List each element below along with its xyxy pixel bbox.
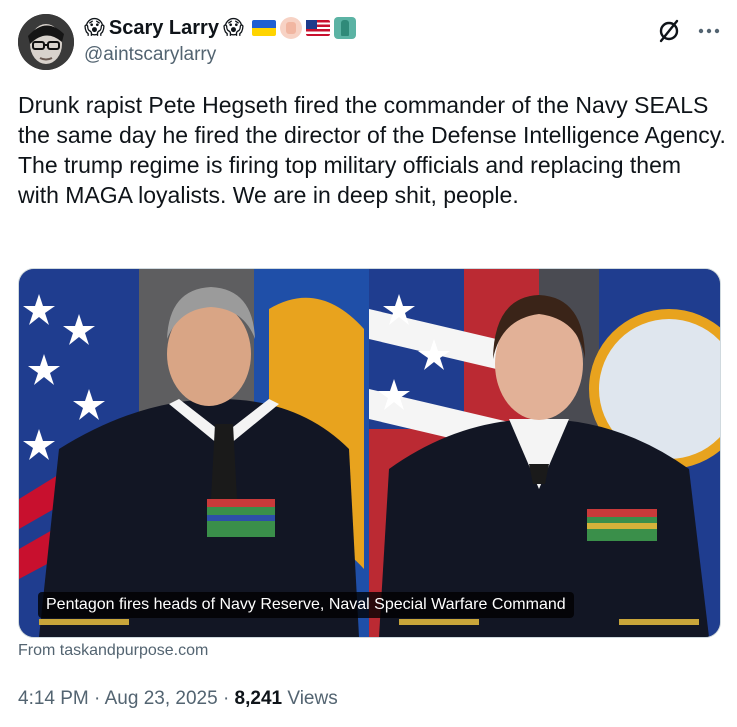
author-name-row[interactable]: 😱 Scary Larry 😱 [84,14,356,42]
officials-photo [19,269,720,637]
grok-slash-icon[interactable] [656,18,682,44]
avatar[interactable] [18,14,74,70]
views-count: 8,241 [234,688,283,709]
raised-fist-icon [279,17,302,39]
us-flag-icon [305,20,330,36]
avatar-image [18,14,74,70]
ukraine-flag-icon [251,20,276,36]
tweet-date[interactable]: Aug 23, 2025 [105,688,218,709]
meta-separator: · [94,688,101,709]
views-label: Views [287,688,338,709]
tweet-text: Drunk rapist Pete Hegseth fired the comm… [18,92,726,208]
scream-emoji-icon: 😱 [222,17,244,39]
media-caption: Pentagon fires heads of Navy Reserve, Na… [38,592,574,618]
statue-of-liberty-icon [333,17,356,39]
tweet-meta: 4:14 PM · Aug 23, 2025 · 8,241 Views [18,688,338,710]
author-handle[interactable]: @aintscarylarry [84,44,216,66]
scream-emoji-icon: 😱 [84,17,105,39]
media-source-link[interactable]: From taskandpurpose.com [18,642,208,660]
media-image[interactable] [18,268,721,638]
tweet-time[interactable]: 4:14 PM [18,688,89,709]
more-horizontal-icon[interactable] [696,18,722,44]
meta-separator: · [222,688,230,709]
display-name[interactable]: Scary Larry [109,17,219,40]
